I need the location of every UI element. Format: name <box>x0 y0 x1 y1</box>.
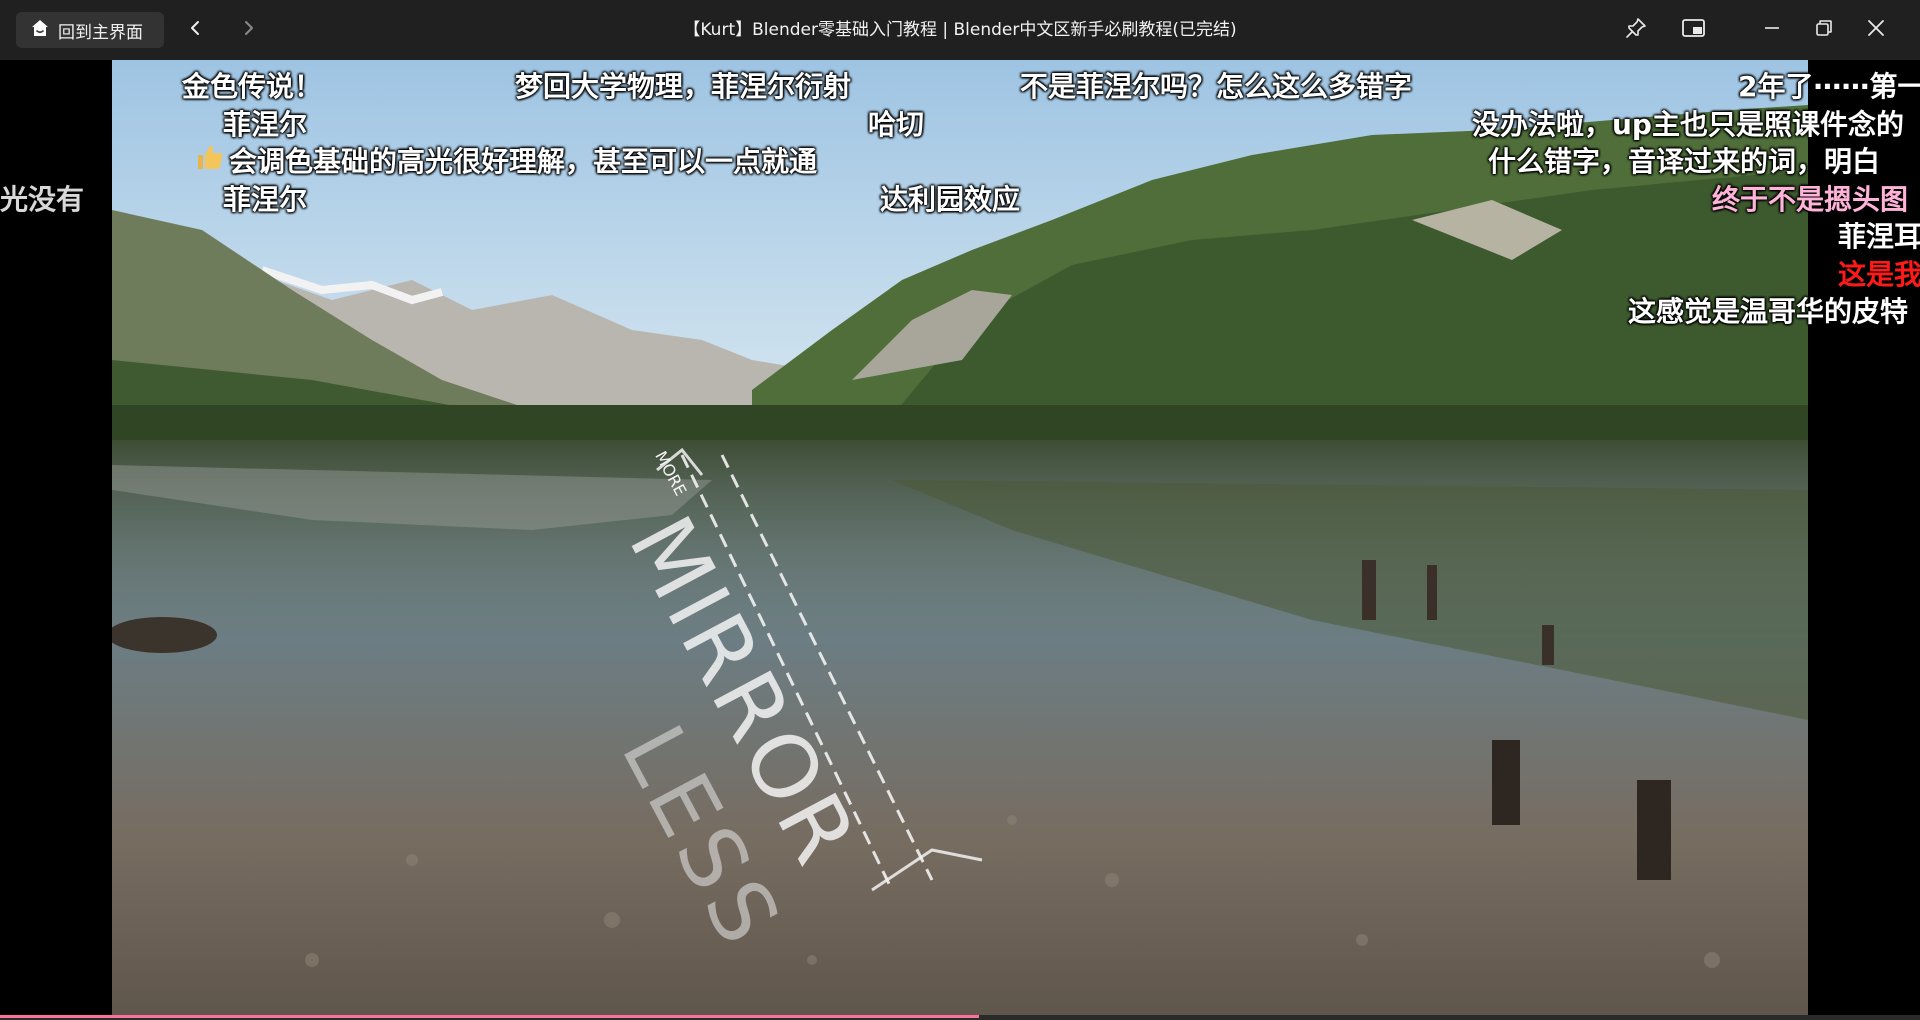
danmaku-comment: 什么错字，音译过来的词，明白 <box>1488 145 1881 178</box>
home-icon <box>30 18 50 43</box>
progress-bar[interactable] <box>0 1015 1920 1020</box>
danmaku-comment-text: 会调色基础的高光很好理解，甚至可以一点就通 <box>229 145 818 178</box>
back-button[interactable] <box>180 14 212 46</box>
restore-button[interactable] <box>1808 14 1840 46</box>
danmaku-comment: 哈切 <box>868 108 925 141</box>
chevron-right-icon <box>239 19 257 41</box>
thumbs-up-icon <box>195 143 225 178</box>
home-button[interactable]: 回到主界面 <box>16 12 164 48</box>
video-player[interactable]: MIRROR LESS MORE 金色传说！ 梦回大学物理，菲涅尔衍射 不是菲涅… <box>0 60 1920 1015</box>
danmaku-comment: 梦回大学物理，菲涅尔衍射 <box>515 70 852 103</box>
danmaku-comment: 会调色基础的高光很好理解，甚至可以一点就通 <box>195 140 817 180</box>
minimize-button[interactable] <box>1756 14 1788 46</box>
window-title: 【Kurt】Blender零基础入门教程 | Blender中文区新手必刷教程(… <box>683 20 1237 40</box>
progress-bar-fill <box>0 1015 980 1018</box>
danmaku-comment: 终于不是摁头图 <box>1712 183 1909 216</box>
minimize-icon <box>1762 18 1782 42</box>
danmaku-comment: 达利园效应 <box>880 183 1021 216</box>
danmaku-comment: 这感觉是温哥华的皮特 <box>1628 295 1909 328</box>
chevron-left-icon <box>187 19 205 41</box>
close-icon <box>1866 18 1886 42</box>
pin-button[interactable] <box>1620 14 1652 46</box>
restore-icon <box>1814 18 1834 42</box>
danmaku-comment: 菲涅耳 <box>1838 220 1920 253</box>
danmaku-comment: 2年了⋯⋯第一 <box>1738 70 1920 103</box>
danmaku-comment: 光没有 <box>0 183 85 216</box>
home-button-label: 回到主界面 <box>58 22 143 43</box>
danmaku-comment: 不是菲涅尔吗？怎么这么多错字 <box>1020 70 1413 103</box>
title-bar: 回到主界面 【Kurt】Blender零基础入门教程 | Blender中文区新… <box>0 0 1920 60</box>
danmaku-comment: 这是我 <box>1838 258 1920 291</box>
danmaku-comment: 菲涅尔 <box>223 183 308 216</box>
pin-icon <box>1624 16 1648 44</box>
danmaku-comment: 没办法啦，up主也只是照课件念的 <box>1472 108 1904 141</box>
danmaku-comment: 金色传说！ <box>182 70 323 103</box>
danmaku-comment: 菲涅尔 <box>223 108 308 141</box>
close-button[interactable] <box>1860 14 1892 46</box>
forward-button[interactable] <box>232 14 264 46</box>
picture-in-picture-button[interactable] <box>1678 14 1710 46</box>
picture-in-picture-icon <box>1681 17 1707 43</box>
